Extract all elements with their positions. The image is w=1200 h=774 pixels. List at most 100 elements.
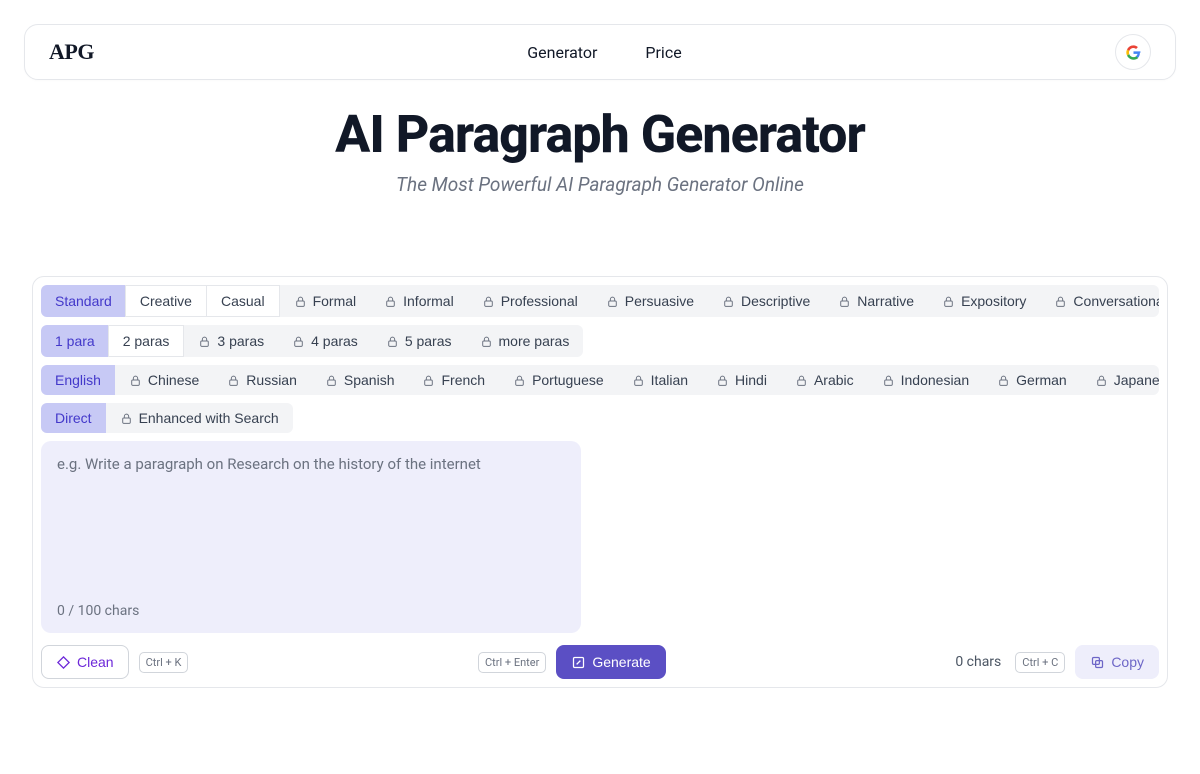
lock-icon [1054,295,1067,308]
lock-icon [227,374,240,387]
diamond-icon [56,655,71,670]
lock-icon [325,374,338,387]
paras-chip-4[interactable]: 4 paras [278,325,372,357]
chip-label: Arabic [814,372,854,388]
logo[interactable]: APG [49,39,94,65]
lang-chip-portuguese[interactable]: Portuguese [499,365,618,395]
chip-label: Chinese [148,372,199,388]
chip-label: 5 paras [405,333,452,349]
paras-chip-3[interactable]: 3 paras [184,325,278,357]
lock-icon [882,374,895,387]
lock-icon [838,295,851,308]
mode-chip-direct[interactable]: Direct [41,403,106,433]
action-bar: Clean Ctrl + K Ctrl + Enter Generate 0 c… [41,645,1159,679]
page-title: AI Paragraph Generator [0,104,1200,165]
style-chip-casual[interactable]: Casual [206,285,280,317]
style-chip-expository[interactable]: Expository [928,285,1040,317]
primary-nav: Generator Price [94,43,1115,62]
chip-label: Enhanced with Search [139,410,279,426]
google-signin-button[interactable] [1115,34,1151,70]
lock-icon [292,335,305,348]
paras-chip-more[interactable]: more paras [466,325,584,357]
style-chip-row: Standard Creative Casual Formal Informal… [41,285,1159,317]
chip-label: 4 paras [311,333,358,349]
mode-row: Direct Enhanced with Search [41,403,293,433]
chip-label: 3 paras [217,333,264,349]
button-label: Generate [592,654,650,670]
clean-button[interactable]: Clean [41,645,129,679]
lang-chip-french[interactable]: French [408,365,499,395]
style-chip-informal[interactable]: Informal [370,285,468,317]
chip-label: Portuguese [532,372,604,388]
lang-chip-japanese[interactable]: Japanese [1081,365,1159,395]
paras-chip-2[interactable]: 2 paras [108,325,185,357]
chip-label: Expository [961,293,1026,309]
paras-chip-1[interactable]: 1 para [41,325,109,357]
nav-price[interactable]: Price [645,43,681,62]
chip-label: Persuasive [625,293,694,309]
paragraph-count-row: 1 para 2 paras 3 paras 4 paras 5 paras m… [41,325,583,357]
lang-chip-chinese[interactable]: Chinese [115,365,213,395]
generator-panel: Standard Creative Casual Formal Informal… [32,276,1168,688]
lang-chip-arabic[interactable]: Arabic [781,365,868,395]
prompt-textarea[interactable] [57,455,565,575]
chip-label: German [1016,372,1067,388]
lock-icon [1095,374,1108,387]
lock-icon [632,374,645,387]
lock-icon [722,295,735,308]
output-char-count: 0 chars [955,654,1001,670]
style-chip-standard[interactable]: Standard [41,285,126,317]
style-chip-persuasive[interactable]: Persuasive [592,285,708,317]
generate-button[interactable]: Generate [556,645,665,679]
chip-label: Formal [313,293,357,309]
language-row: English Chinese Russian Spanish French P… [41,365,1159,395]
kbd-generate: Ctrl + Enter [478,652,546,673]
header-bar: APG Generator Price [24,24,1176,80]
button-label: Copy [1111,654,1144,670]
lock-icon [716,374,729,387]
lang-chip-spanish[interactable]: Spanish [311,365,409,395]
copy-button[interactable]: Copy [1075,645,1159,679]
lock-icon [384,295,397,308]
copy-icon [1090,655,1105,670]
lock-icon [482,295,495,308]
chip-label: Conversational [1073,293,1159,309]
lock-icon [513,374,526,387]
content-row: 0 / 100 chars [41,441,1159,633]
lock-icon [129,374,142,387]
lang-chip-italian[interactable]: Italian [618,365,702,395]
lock-icon [422,374,435,387]
lang-chip-indonesian[interactable]: Indonesian [868,365,984,395]
style-chip-narrative[interactable]: Narrative [824,285,928,317]
lang-chip-english[interactable]: English [41,365,115,395]
style-chip-formal[interactable]: Formal [280,285,371,317]
prompt-input-wrap: 0 / 100 chars [41,441,581,633]
google-g-icon [1126,45,1141,60]
chip-label: French [441,372,485,388]
lock-icon [606,295,619,308]
lock-icon [120,412,133,425]
lock-icon [480,335,493,348]
kbd-clean: Ctrl + K [139,652,189,673]
style-chip-creative[interactable]: Creative [125,285,207,317]
hero-section: AI Paragraph Generator The Most Powerful… [0,104,1200,196]
lang-chip-russian[interactable]: Russian [213,365,311,395]
nav-generator[interactable]: Generator [527,43,597,62]
lock-icon [997,374,1010,387]
page-subtitle: The Most Powerful AI Paragraph Generator… [0,173,1200,196]
paras-chip-5[interactable]: 5 paras [372,325,466,357]
chip-label: Informal [403,293,454,309]
style-chip-professional[interactable]: Professional [468,285,592,317]
style-chip-descriptive[interactable]: Descriptive [708,285,824,317]
lang-chip-hindi[interactable]: Hindi [702,365,781,395]
pencil-square-icon [571,655,586,670]
mode-chip-enhanced[interactable]: Enhanced with Search [106,403,293,433]
lock-icon [198,335,211,348]
chip-label: Indonesian [901,372,970,388]
lock-icon [942,295,955,308]
style-chip-conversational[interactable]: Conversational [1040,285,1159,317]
lang-chip-german[interactable]: German [983,365,1081,395]
chip-label: Narrative [857,293,914,309]
chip-label: Russian [246,372,297,388]
chip-label: more paras [499,333,570,349]
